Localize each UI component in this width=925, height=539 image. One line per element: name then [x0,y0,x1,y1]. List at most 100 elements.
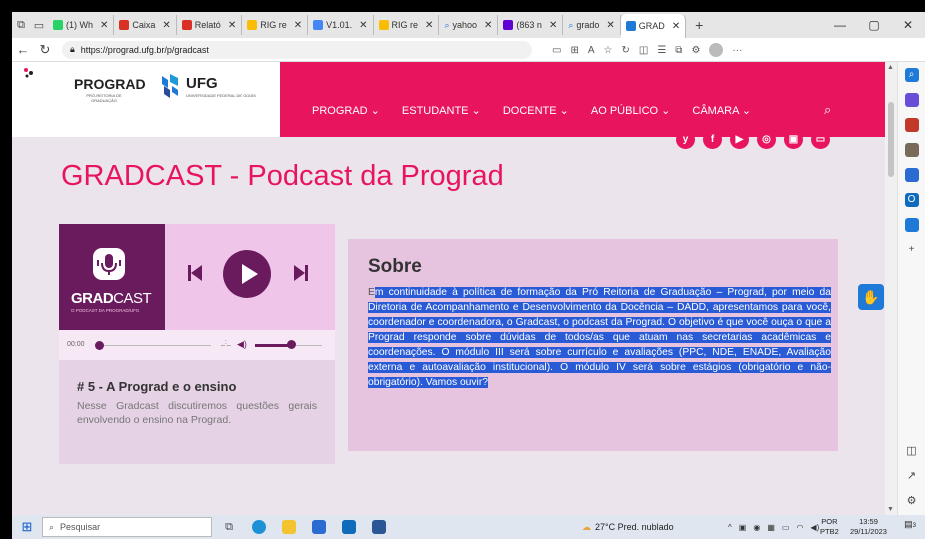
external-link-icon[interactable]: ↗ [907,469,916,482]
scroll-down-icon[interactable]: ▼ [887,506,894,513]
taskbar-search[interactable]: ⌕ Pesquisar [42,517,212,537]
next-track-icon[interactable] [293,262,309,284]
browser-tab[interactable]: Caixa ✕ [114,15,177,35]
menu-item-docente[interactable]: DOCENTE ⌄ [503,104,569,117]
close-tab-icon[interactable]: ✕ [162,20,170,31]
tools-icon[interactable] [904,118,919,132]
logo-area[interactable]: PROGRAD PRÓ-REITORIA DE GRADUAÇÃO UFG UN… [12,62,280,137]
youtube-icon[interactable]: y [676,130,695,149]
page-scrollbar[interactable]: ▲ ▼ [885,62,897,515]
browser-tab[interactable]: RIG re ✕ [242,15,309,35]
back-icon[interactable]: ← [12,42,34,57]
office-icon[interactable] [904,168,919,182]
tv-icon[interactable]: ▭ [811,130,830,149]
scroll-up-icon[interactable]: ▲ [887,64,894,71]
radio-icon[interactable]: ▣ [784,130,803,149]
close-tab-icon[interactable]: ✕ [228,20,236,31]
accessibility-vlibras-icon[interactable]: ✋ [858,284,884,310]
screen-icon[interactable]: ▭ [552,45,561,56]
language-indicator[interactable]: POR PTB2 [820,517,839,537]
mail-icon[interactable] [336,517,362,537]
outlook-icon[interactable]: O [904,193,919,207]
clock-date: 29/11/2023 [850,527,887,536]
browser-tab[interactable]: V1.01. ✕ [308,15,374,35]
progress-track[interactable] [103,345,211,346]
video-icon[interactable]: ▶ [730,130,749,149]
menu-item-camara[interactable]: CÂMARA ⌄ [692,104,751,117]
task-view-icon[interactable]: ⧉ [216,517,242,537]
page-title: GRADCAST - Podcast da Prograd [61,160,504,192]
refresh-icon[interactable]: ↻ [34,42,56,58]
favorites-icon[interactable]: ☰ [657,45,666,56]
previous-track-icon[interactable] [187,262,203,284]
instagram-icon[interactable]: ◎ [757,130,776,149]
search-icon[interactable]: ⌕ [904,68,919,82]
collections-icon[interactable]: ⧉ [675,45,682,56]
browser-tab[interactable]: RIG re ✕ [374,15,440,35]
close-tab-icon[interactable]: ✕ [359,20,367,31]
browser-tab[interactable]: (863 n ✕ [498,15,564,35]
games-icon[interactable] [904,143,919,157]
apps-icon[interactable]: ⊞ [570,45,578,56]
close-tab-icon[interactable]: ✕ [294,20,302,31]
tab-label: Caixa [132,20,156,30]
url-field[interactable]: 🔒︎ https://prograd.ufg.br/p/gradcast [62,40,532,59]
clock[interactable]: 13:59 29/11/2023 [850,517,887,537]
close-tab-icon[interactable]: ✕ [672,21,680,32]
settings-gear-icon[interactable]: ⚙ [907,494,917,507]
sidebar-toggle-icon[interactable]: ◫ [906,444,916,457]
tray-app-icon[interactable]: ▦ [767,523,775,532]
menu-item-prograd[interactable]: PROGRAD ⌄ [312,104,380,117]
add-icon[interactable]: + [905,243,919,257]
browser-tab[interactable]: Relató ✕ [177,15,243,35]
close-tab-icon[interactable]: ✕ [100,20,108,31]
tab-actions-icon[interactable]: ▭ [30,16,48,34]
close-window-icon[interactable]: ✕ [891,12,925,38]
volume-track[interactable] [296,345,322,346]
close-tab-icon[interactable]: ✕ [484,20,492,31]
refresh-extension-icon[interactable]: ↻ [621,45,629,56]
menu-item-estudante[interactable]: ESTUDANTE ⌄ [402,104,481,117]
close-tab-icon[interactable]: ✕ [425,20,433,31]
network-icon[interactable]: ▭ [782,523,790,532]
extensions-icon[interactable]: ⚙ [691,45,700,56]
workspaces-icon[interactable]: ⧉ [12,16,30,34]
tray-app-icon[interactable]: ◉ [753,523,760,532]
new-tab-icon[interactable]: + [690,16,708,34]
edge-icon[interactable] [246,517,272,537]
favorite-star-icon[interactable]: ☆ [604,45,613,56]
word-icon[interactable] [366,517,392,537]
split-screen-icon[interactable]: ◫ [639,45,648,56]
shopping-tag-icon[interactable] [904,93,919,107]
browser-tab[interactable]: (1) Wh ✕ [48,15,115,35]
menu-item-ao-publico[interactable]: AO PÚBLICO ⌄ [591,104,671,117]
read-aloud-icon[interactable]: A [588,45,595,56]
store-icon[interactable] [306,517,332,537]
progress-handle[interactable] [95,341,104,350]
site-search-icon[interactable]: ⌕ [824,102,831,118]
wifi-icon[interactable]: ◠ [796,523,803,532]
scroll-thumb[interactable] [888,102,894,177]
drop-icon[interactable] [904,218,919,232]
browser-tab[interactable]: ⌕ grado ✕ [563,15,621,35]
more-menu-icon[interactable]: ··· [732,45,742,56]
close-tab-icon[interactable]: ✕ [606,20,614,31]
facebook-icon[interactable]: f [703,130,722,149]
file-explorer-icon[interactable] [276,517,302,537]
speaker-icon[interactable]: ◀︎) [810,523,819,532]
tray-app-icon[interactable]: ▣ [739,523,747,532]
restore-icon[interactable]: ▢ [857,12,891,38]
weather-widget[interactable]: ☁ 27°C Pred. nublado [582,515,674,539]
prograd-logo-subtitle: PRÓ-REITORIA DE GRADUAÇÃO [86,93,122,103]
notification-icon[interactable]: ▤3 [902,519,918,535]
play-button[interactable] [223,250,271,298]
show-hidden-icon[interactable]: ^ [728,523,732,532]
volume-handle[interactable] [287,340,296,349]
profile-avatar-icon[interactable] [709,43,724,57]
browser-tab[interactable]: ⌕ yahoo ✕ [439,15,499,35]
minimize-icon[interactable]: — [823,12,857,38]
volume-icon[interactable]: ◀︎) [237,339,247,350]
windows-start-icon[interactable]: ⊞ [12,519,42,535]
browser-tab-active[interactable]: GRAD ✕ [620,14,687,38]
close-tab-icon[interactable]: ✕ [549,20,557,31]
